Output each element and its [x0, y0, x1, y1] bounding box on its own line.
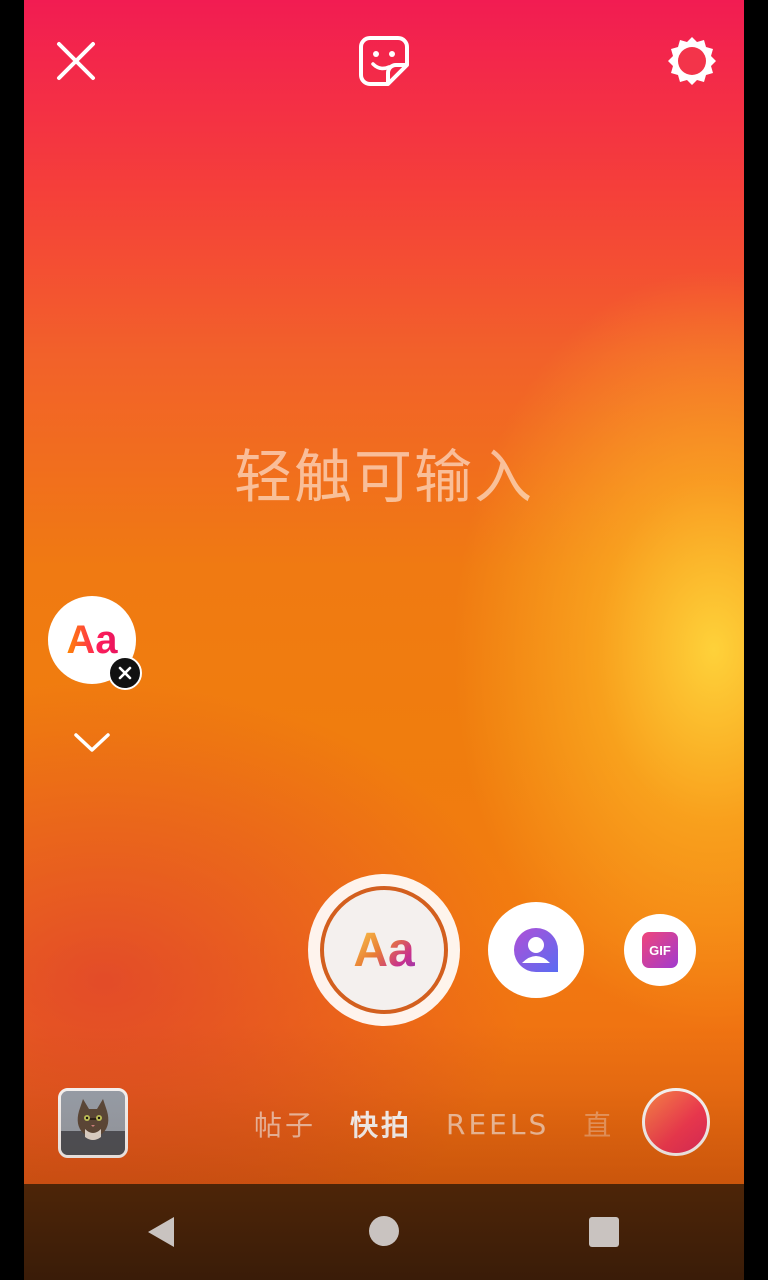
gif-label: GIF [649, 943, 671, 958]
cat-photo-icon [61, 1091, 125, 1155]
gallery-thumbnail[interactable] [58, 1088, 128, 1158]
mode-post[interactable]: 帖子 [254, 1104, 316, 1144]
capture-button[interactable] [642, 1088, 710, 1156]
mode-reels[interactable]: REELS [446, 1108, 549, 1141]
gif-button[interactable]: GIF [624, 914, 696, 986]
system-navigation-bar [24, 1184, 744, 1280]
back-icon[interactable] [146, 1215, 176, 1249]
create-text-label: Aa [353, 923, 415, 977]
tap-to-type-prompt[interactable]: 轻触可输入 [24, 430, 744, 514]
home-icon[interactable] [369, 1216, 399, 1246]
mode-story[interactable]: 快拍 [350, 1104, 412, 1144]
gif-icon: GIF [642, 932, 678, 968]
remove-text-style-button[interactable] [108, 656, 142, 690]
create-text-inner: Aa [320, 886, 448, 1014]
sticker-icon [359, 36, 409, 86]
chevron-down-icon[interactable] [72, 722, 112, 762]
recent-apps-icon[interactable] [589, 1217, 619, 1247]
settings-gear-icon [668, 37, 716, 85]
close-icon [57, 42, 95, 80]
story-create-canvas[interactable]: 轻触可输入 Aa Aa GIF 帖子 快拍 REELS 直 [24, 0, 744, 1184]
text-style-label: Aa [66, 617, 118, 662]
sticker-button[interactable] [353, 30, 415, 92]
settings-button[interactable] [661, 30, 723, 92]
close-button[interactable] [45, 30, 107, 92]
close-small-icon [118, 666, 132, 680]
create-text-capture-button[interactable]: Aa [308, 874, 460, 1026]
mode-switcher[interactable]: 帖子 快拍 REELS 直 [254, 1104, 648, 1144]
mention-icon [514, 928, 558, 972]
mode-live[interactable]: 直 [583, 1104, 614, 1144]
mention-button[interactable] [488, 902, 584, 998]
